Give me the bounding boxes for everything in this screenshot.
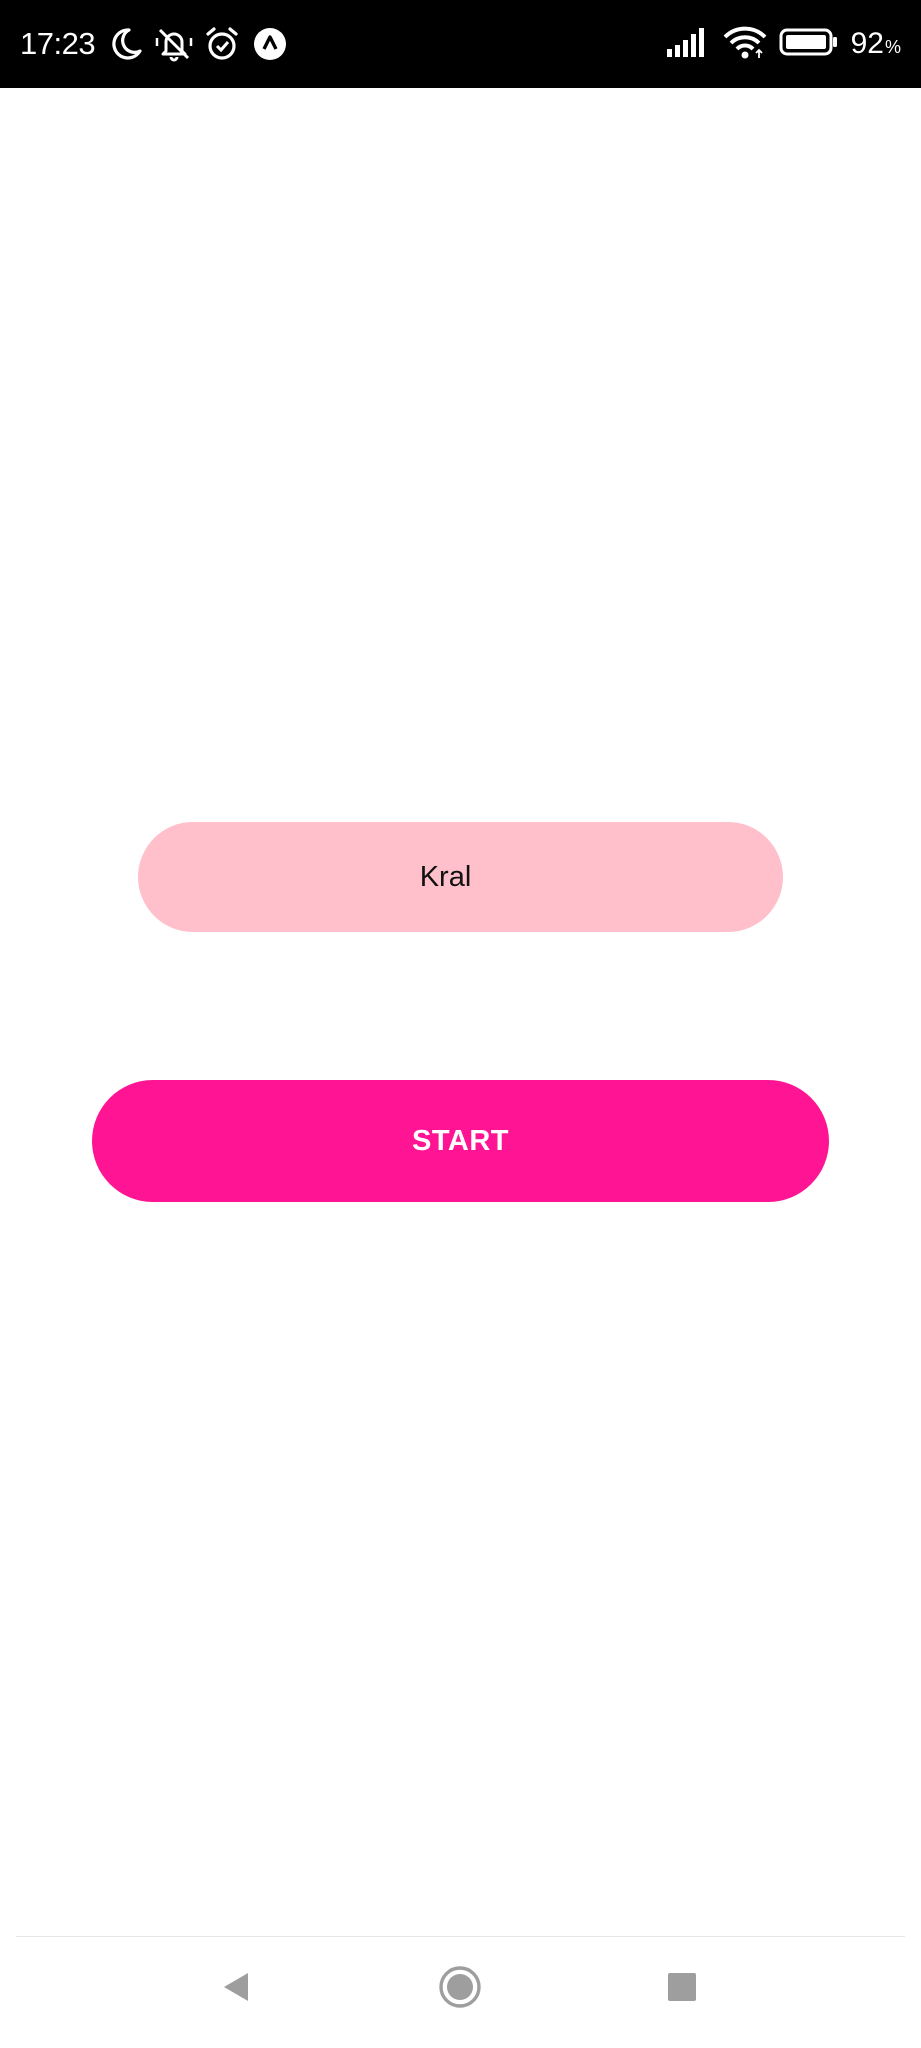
status-time: 17:23 xyxy=(20,26,96,61)
moon-icon xyxy=(107,25,145,63)
battery-percent: 92% xyxy=(851,27,901,61)
wifi-icon xyxy=(723,25,767,64)
status-bar: 17:23 92% xyxy=(0,0,921,88)
battery-percent-sign: % xyxy=(884,37,901,57)
start-button[interactable]: START xyxy=(92,1080,829,1202)
name-field-value: Kral xyxy=(419,860,472,893)
home-icon xyxy=(438,1965,482,2009)
navigation-bar xyxy=(0,1937,921,2048)
battery-percent-value: 92 xyxy=(850,27,884,60)
name-field[interactable]: Kral xyxy=(138,822,783,932)
status-bar-right: 92% xyxy=(666,0,901,88)
battery-icon xyxy=(779,27,839,62)
app-notification-icon xyxy=(251,25,289,63)
recents-icon xyxy=(667,1972,697,2002)
start-button-label: START xyxy=(411,1124,509,1157)
alarm-icon xyxy=(203,25,241,63)
recents-button[interactable] xyxy=(652,1957,712,2017)
signal-icon xyxy=(666,27,711,62)
back-button[interactable] xyxy=(206,1957,266,2017)
notifications-off-icon xyxy=(155,25,193,63)
back-icon xyxy=(221,1971,251,2003)
status-bar-left: 17:23 xyxy=(20,0,289,88)
home-button[interactable] xyxy=(430,1957,490,2017)
